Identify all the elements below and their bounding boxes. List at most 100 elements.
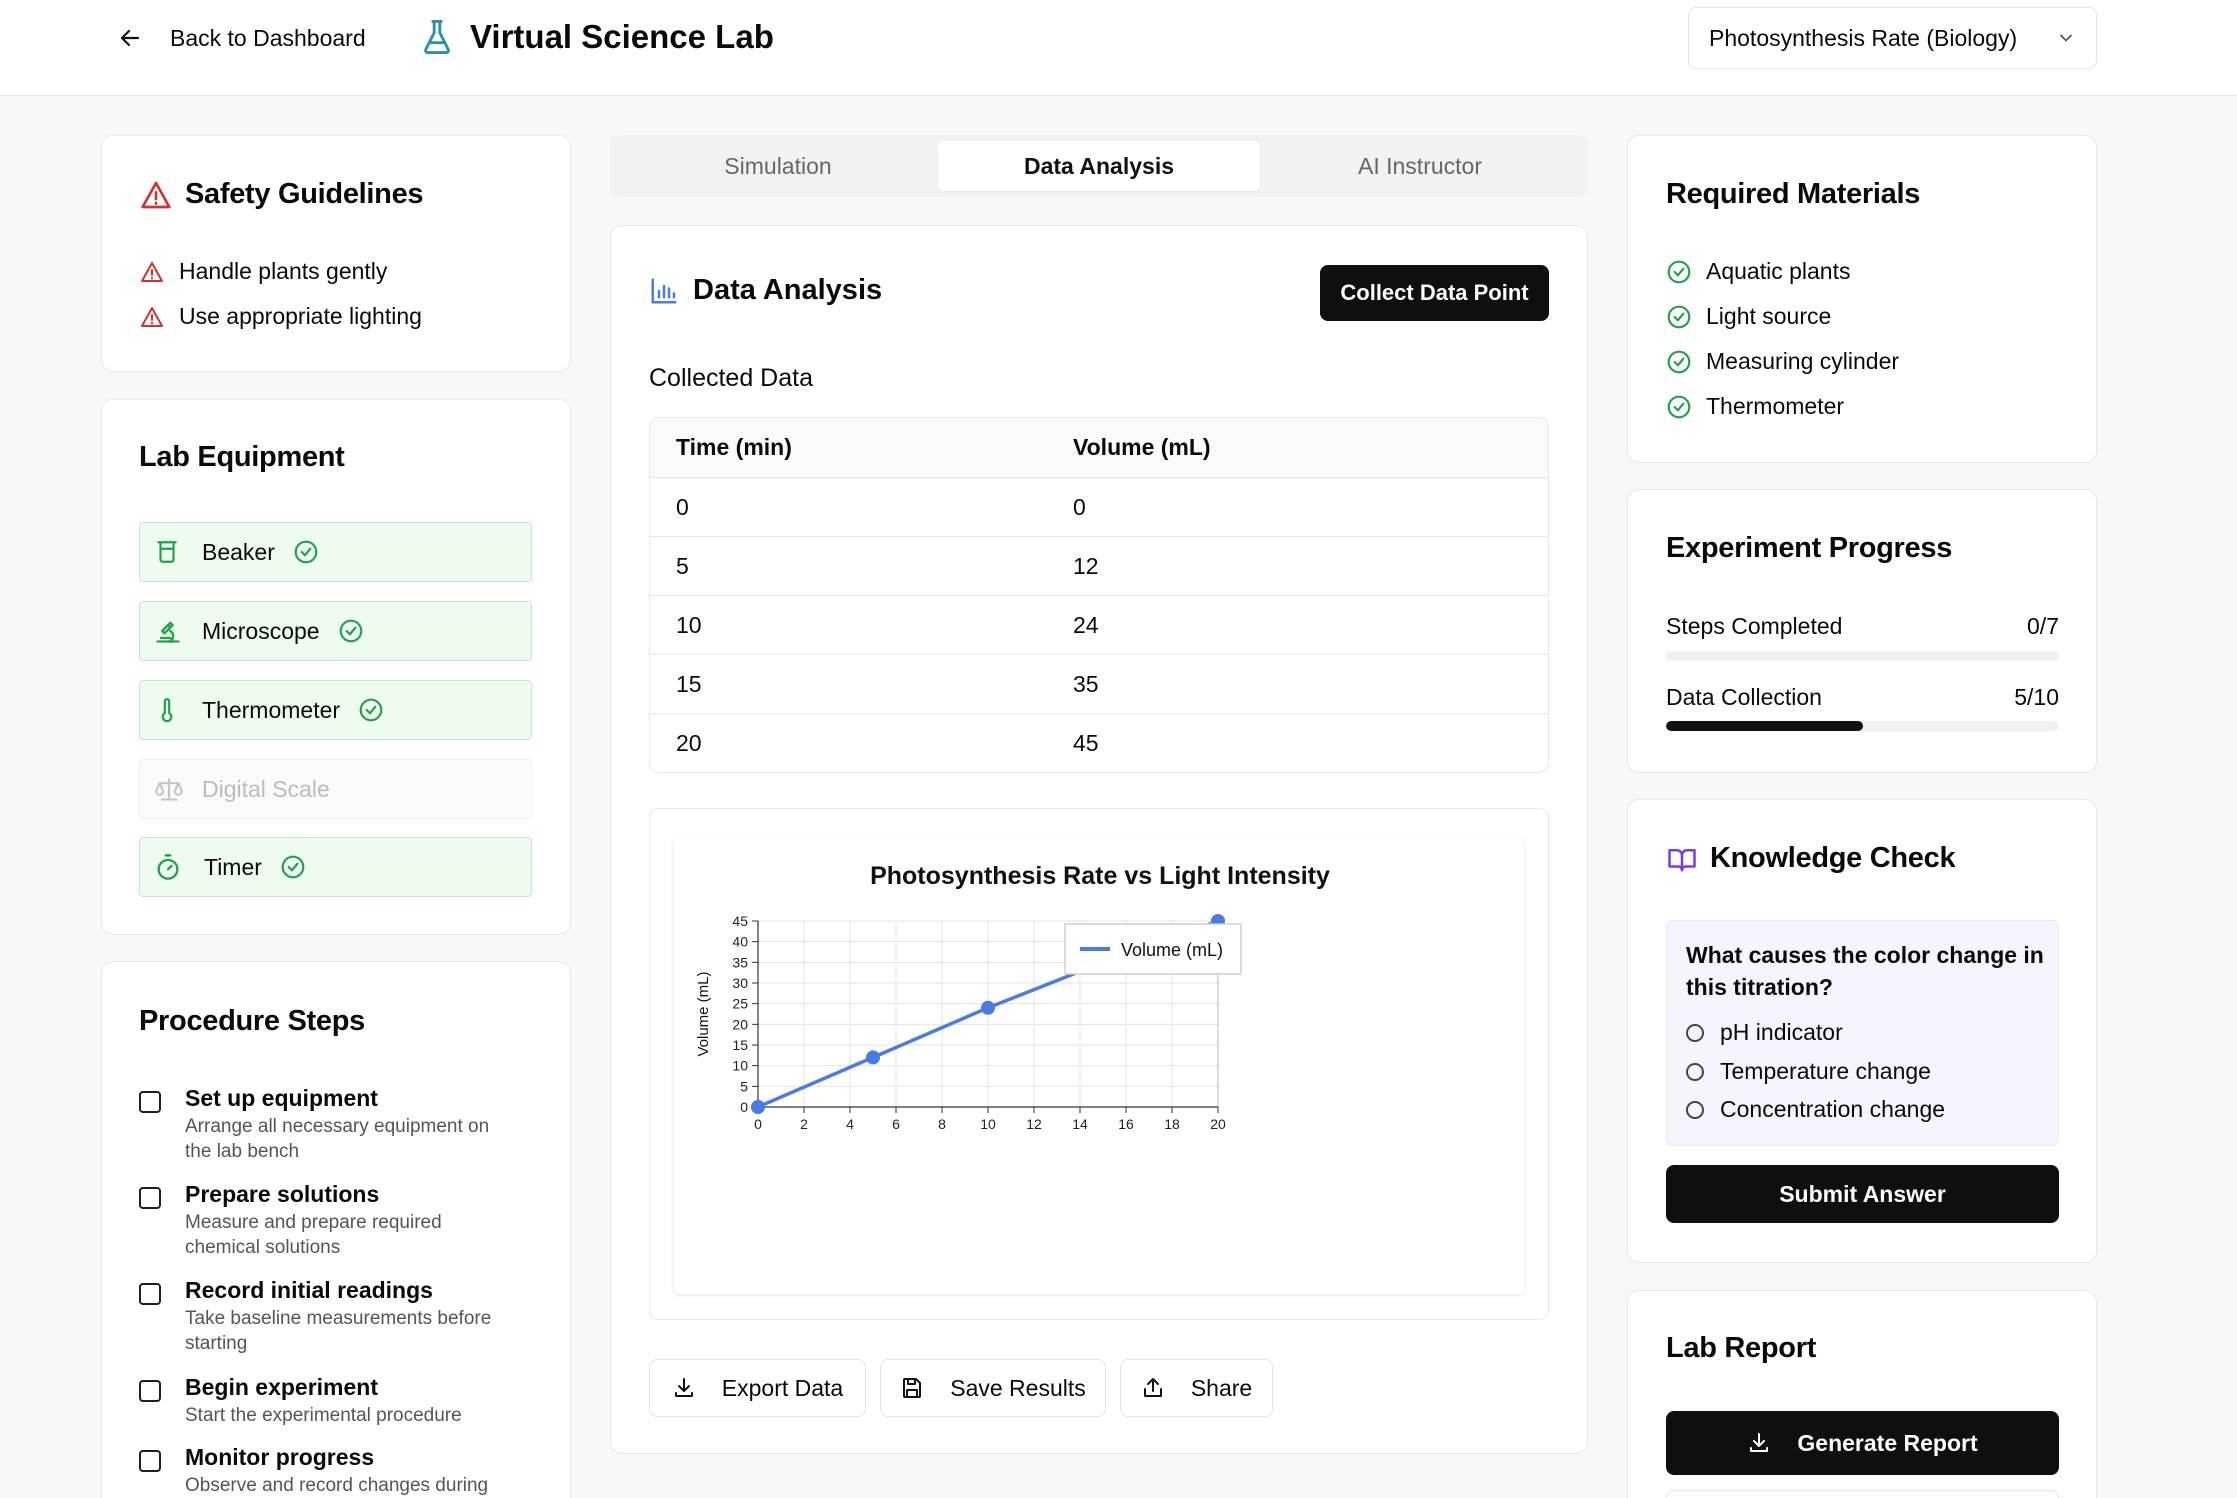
y-tick-label: 30 xyxy=(732,975,748,991)
data-collection-label: Data Collection xyxy=(1666,684,1822,710)
step-title: Record initial readings xyxy=(185,1277,433,1303)
question-text: What causes the color change in xyxy=(1686,942,2044,968)
share-label: Share xyxy=(1190,1374,1253,1401)
check-circle-icon xyxy=(339,619,362,643)
material-item: Thermometer xyxy=(1666,393,1844,420)
back-to-dashboard-link[interactable]: Back to Dashboard xyxy=(118,22,366,54)
data-point[interactable] xyxy=(981,1000,995,1015)
experiment-select[interactable]: Photosynthesis Rate (Biology) xyxy=(1688,7,2097,69)
check-circle-icon xyxy=(281,855,305,879)
answer-option[interactable]: Concentration change xyxy=(1686,1096,1945,1123)
check-circle-icon xyxy=(1667,260,1691,283)
material-label: Thermometer xyxy=(1706,393,1845,419)
equipment-item-microscope[interactable]: Microscope xyxy=(139,601,532,661)
equipment-item-digital-scale[interactable]: Digital Scale xyxy=(139,759,532,819)
x-tick-label: 8 xyxy=(938,1116,946,1132)
step-title: Begin experiment xyxy=(185,1374,378,1400)
lab-report-title: Lab Report xyxy=(1666,1332,1817,1364)
option-label: pH indicator xyxy=(1720,1019,1843,1045)
step-desc: Start the experimental procedure xyxy=(185,1405,462,1426)
scale-icon xyxy=(155,778,183,801)
step-desc: the lab bench xyxy=(185,1141,300,1162)
chart-title: Photosynthesis Rate vs Light Intensity xyxy=(870,862,1330,890)
step-desc: Take baseline measurements before xyxy=(185,1308,492,1329)
radio-button[interactable] xyxy=(1686,1023,1704,1042)
step-checkbox[interactable] xyxy=(139,1450,161,1472)
table-header: Time (min) Volume (mL) xyxy=(650,418,1548,477)
equipment-item-thermometer[interactable]: Thermometer xyxy=(139,680,532,740)
save-results-button[interactable]: Save Results xyxy=(880,1359,1106,1417)
beaker-icon xyxy=(157,541,177,563)
warning-icon xyxy=(141,181,171,208)
answer-option[interactable]: pH indicator xyxy=(1686,1019,1843,1046)
safety-item: Handle plants gently xyxy=(139,258,387,285)
flask-icon xyxy=(424,19,450,54)
step-checkbox[interactable] xyxy=(139,1283,161,1305)
data-collection-value: 5/10 xyxy=(2014,684,2059,710)
tab-simulation[interactable]: Simulation xyxy=(618,141,938,191)
y-tick-label: 45 xyxy=(732,913,748,929)
table-cell: 20 xyxy=(676,729,702,756)
x-tick-label: 18 xyxy=(1164,1116,1180,1132)
x-tick-label: 10 xyxy=(980,1116,996,1132)
option-label: Temperature change xyxy=(1720,1058,1931,1084)
chart-legend: Volume (mL) xyxy=(1064,923,1242,975)
y-tick-label: 35 xyxy=(732,954,748,970)
step-title: Set up equipment xyxy=(185,1085,378,1111)
step-checkbox[interactable] xyxy=(139,1187,161,1209)
equipment-item-beaker[interactable]: Beaker xyxy=(139,522,532,582)
y-tick-label: 40 xyxy=(732,934,748,950)
table-cell: 0 xyxy=(1073,493,1086,520)
check-circle-icon xyxy=(359,698,383,722)
save-icon xyxy=(903,1378,922,1398)
analysis-title: Data Analysis xyxy=(693,274,883,306)
progress-title: Experiment Progress xyxy=(1666,532,1953,564)
share-button[interactable]: Share xyxy=(1120,1359,1273,1417)
answer-option[interactable]: Temperature change xyxy=(1686,1058,1931,1085)
radio-button[interactable] xyxy=(1686,1100,1704,1119)
equipment-label: Digital Scale xyxy=(202,775,330,802)
step-title: Monitor progress xyxy=(185,1444,375,1470)
x-tick-label: 2 xyxy=(800,1116,808,1132)
step-checkbox[interactable] xyxy=(139,1380,161,1402)
export-data-button[interactable]: Export Data xyxy=(649,1359,866,1417)
export-data-label: Export Data xyxy=(721,1374,844,1401)
book-open-icon xyxy=(1668,848,1696,871)
material-item: Light source xyxy=(1666,303,1831,330)
table-row: 20 45 xyxy=(650,713,1548,772)
step-title: Prepare solutions xyxy=(185,1181,380,1207)
x-tick-label: 6 xyxy=(892,1116,900,1132)
data-point[interactable] xyxy=(751,1100,765,1114)
legend-label: Volume (mL) xyxy=(1121,940,1223,960)
collect-data-point-button[interactable]: Collect Data Point xyxy=(1320,265,1549,321)
safety-item-label: Handle plants gently xyxy=(179,258,388,284)
knowledge-header: Knowledge Check xyxy=(1666,842,1956,875)
tab-data-analysis[interactable]: Data Analysis xyxy=(938,141,1260,191)
tab-ai-instructor[interactable]: AI Instructor xyxy=(1260,141,1580,191)
table-cell: 5 xyxy=(676,552,689,579)
bar-chart-icon xyxy=(651,278,677,303)
generate-report-button[interactable]: Generate Report xyxy=(1666,1411,2059,1475)
share-icon xyxy=(1143,1378,1162,1397)
column-header: Volume (mL) xyxy=(1073,434,1211,460)
step-checkbox[interactable] xyxy=(139,1091,161,1113)
equipment-label: Thermometer xyxy=(202,696,341,723)
save-results-label: Save Results xyxy=(950,1374,1086,1401)
submit-answer-button[interactable]: Submit Answer xyxy=(1666,1165,2059,1223)
question-text: this titration? xyxy=(1686,974,1833,1000)
material-item: Measuring cylinder xyxy=(1666,348,1899,375)
check-circle-icon xyxy=(1667,395,1691,418)
thermometer-icon xyxy=(161,698,173,723)
x-tick-label: 12 xyxy=(1026,1116,1042,1132)
table-cell: 45 xyxy=(1073,729,1099,756)
table-row: 15 35 xyxy=(650,654,1548,713)
safety-card xyxy=(101,135,571,372)
safety-header: Safety Guidelines xyxy=(139,178,424,211)
equipment-item-timer[interactable]: Timer xyxy=(139,837,532,897)
timer-icon xyxy=(157,854,179,880)
material-label: Light source xyxy=(1706,303,1832,329)
data-point[interactable] xyxy=(866,1050,880,1065)
radio-button[interactable] xyxy=(1686,1062,1704,1081)
procedure-title: Procedure Steps xyxy=(139,1005,365,1037)
table-row: 0 0 xyxy=(650,477,1548,536)
